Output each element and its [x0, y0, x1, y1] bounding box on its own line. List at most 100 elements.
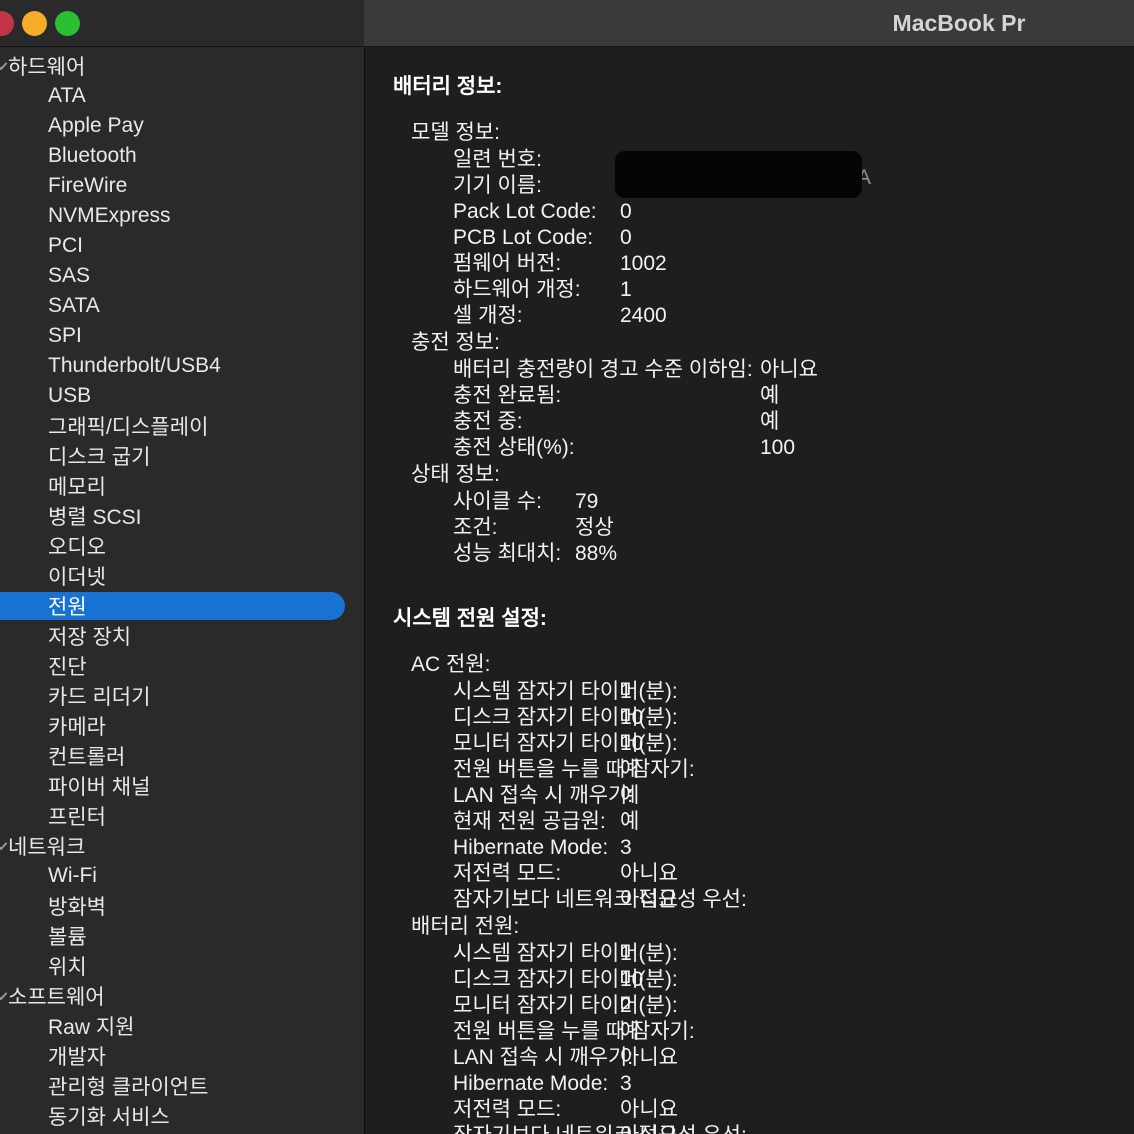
sidebar-item-9[interactable]: SPI — [0, 321, 364, 351]
sidebar-item-label: 카메라 — [48, 716, 106, 739]
sidebar-item-label: 방화벽 — [48, 896, 106, 919]
sidebar-item-label: 동기화 서비스 — [48, 1106, 170, 1129]
sidebar-item-label: 메모리 — [48, 476, 106, 499]
sidebar-item-32[interactable]: Raw 지원 — [0, 1011, 364, 1041]
status-info-rows: 사이클 수: 79 조건: 정상 성능 최대치: 88% — [365, 489, 1134, 567]
sidebar-item-35[interactable]: 동기화 서비스 — [0, 1101, 364, 1131]
sidebar-item-label: 개발자 — [48, 1046, 106, 1069]
info-row-key: 전원 버튼을 누를 때 잠자기: — [453, 758, 695, 781]
sidebar-item-label: Raw 지원 — [48, 1016, 135, 1039]
sidebar-item-19[interactable]: 저장 장치 — [0, 621, 364, 651]
sidebar-item-22[interactable]: 카메라 — [0, 711, 364, 741]
sidebar-item-1[interactable]: ATA — [0, 81, 364, 111]
info-row-key: PCB Lot Code: — [453, 226, 594, 249]
ac-power-rows: 시스템 잠자기 타이머(분): 1 디스크 잠자기 타이머(분): 10 모니터 잠자기… — [365, 679, 1134, 913]
minimize-button[interactable] — [22, 10, 47, 36]
sidebar-item-14[interactable]: 메모리 — [0, 471, 364, 501]
sidebar-item-label: 병렬 SCSI — [48, 506, 142, 529]
sidebar-item-16[interactable]: 오디오 — [0, 531, 364, 561]
info-row-value: 예 — [620, 758, 640, 781]
sidebar-item-label: FireWire — [48, 174, 128, 197]
info-row: 전원 버튼을 누를 때 잠자기: 예 — [365, 757, 1134, 783]
sidebar-item-label: 볼륨 — [48, 926, 87, 949]
info-row: Pack Lot Code: 0 — [365, 199, 1134, 225]
sidebar-item-31[interactable]: 소프트웨어 — [0, 981, 364, 1011]
sidebar-item-label: 파이버 채널 — [48, 776, 151, 799]
info-row-value: 예 — [760, 384, 780, 407]
info-row-key: 하드웨어 개정: — [453, 278, 581, 301]
model-info-rows: 일련 번호:A기기 이름:bq20z451Pack Lot Code:0PCB … — [365, 147, 1134, 329]
system-power-settings-heading: 시스템 전원 설정: — [393, 607, 547, 630]
info-row-value: 아니요 — [760, 358, 818, 381]
info-row-value: 아니요 — [620, 862, 678, 885]
sidebar-item-10[interactable]: Thunderbolt/USB4 — [0, 351, 364, 381]
info-row: 셀 개정: 2400 — [365, 303, 1134, 329]
info-row-value: 0 — [620, 200, 632, 223]
info-row-value: 79 — [575, 490, 599, 513]
info-row: 성능 최대치: 88% — [365, 541, 1134, 567]
info-row-value: 2400 — [620, 304, 667, 327]
sidebar-item-label: 소프트웨어 — [8, 986, 105, 1009]
sidebar-item-23[interactable]: 컨트롤러 — [0, 741, 364, 771]
sidebar-item-17[interactable]: 이더넷 — [0, 561, 364, 591]
maximize-button[interactable] — [55, 10, 80, 36]
sidebar-item-label: 전원 — [48, 596, 87, 619]
info-row-value: 88% — [575, 542, 618, 565]
sidebar-item-label: 카드 리더기 — [48, 686, 151, 709]
sidebar-item-21[interactable]: 카드 리더기 — [0, 681, 364, 711]
sidebar-item-27[interactable]: Wi-Fi — [0, 861, 364, 891]
sidebar-item-12[interactable]: 그래픽/디스플레이 — [0, 411, 364, 441]
sidebar-item-2[interactable]: Apple Pay — [0, 111, 364, 141]
sidebar-item-15[interactable]: 병렬 SCSI — [0, 501, 364, 531]
info-row-value: 예 — [620, 1020, 640, 1043]
sidebar-item-8[interactable]: SATA — [0, 291, 364, 321]
sidebar-item-25[interactable]: 프린터 — [0, 801, 364, 831]
info-row-value: 10 — [620, 732, 644, 755]
serial-number-redaction — [615, 151, 862, 198]
info-row-key: 충전 완료됨: — [453, 384, 562, 407]
info-row: 배터리 충전량이 경고 수준 이하임: 아니요 — [365, 357, 1134, 383]
info-row-value: 1 — [620, 942, 632, 965]
info-row-key: 사이클 수: — [453, 490, 542, 513]
sidebar-item-29[interactable]: 볼륨 — [0, 921, 364, 951]
info-row: 사이클 수: 79 — [365, 489, 1134, 515]
info-row: 잠자기보다 네트워크 접근성 우선:아니요 — [365, 887, 1134, 913]
sidebar-item-33[interactable]: 개발자 — [0, 1041, 364, 1071]
close-button[interactable] — [0, 10, 14, 36]
info-row: 저전력 모드: 아니요 — [365, 861, 1134, 887]
sidebar-item-34[interactable]: 관리형 클라이언트 — [0, 1071, 364, 1101]
sidebar-item-20[interactable]: 진단 — [0, 651, 364, 681]
sidebar-item-18[interactable]: 전원 — [0, 591, 364, 621]
info-row-value: 아니요 — [620, 888, 678, 911]
info-row-key: 성능 최대치: — [453, 542, 562, 565]
sidebar-item-11[interactable]: USB — [0, 381, 364, 411]
info-row-key: 충전 중: — [453, 410, 523, 433]
sidebar-item-5[interactable]: NVMExpress — [0, 201, 364, 231]
sidebar-item-6[interactable]: PCI — [0, 231, 364, 261]
window-controls — [0, 10, 80, 36]
info-row-key: 저전력 모드: — [453, 1098, 562, 1121]
info-row-value: 1 — [620, 680, 632, 703]
sidebar-item-label: 진단 — [48, 656, 87, 679]
info-row-key: Hibernate Mode: — [453, 836, 609, 859]
battery-power-heading: 배터리 전원: — [411, 915, 520, 938]
sidebar-item-28[interactable]: 방화벽 — [0, 891, 364, 921]
info-row-value: 예 — [760, 410, 780, 433]
sidebar-item-13[interactable]: 디스크 굽기 — [0, 441, 364, 471]
sidebar-item-3[interactable]: Bluetooth — [0, 141, 364, 171]
sidebar-item-24[interactable]: 파이버 채널 — [0, 771, 364, 801]
sidebar-item-label: SAS — [48, 264, 91, 287]
sidebar-item-4[interactable]: FireWire — [0, 171, 364, 201]
sidebar-item-7[interactable]: SAS — [0, 261, 364, 291]
info-row-key: 셀 개정: — [453, 304, 523, 327]
sidebar-item-0[interactable]: 하드웨어 — [0, 51, 364, 81]
sidebar-item-30[interactable]: 위치 — [0, 951, 364, 981]
sidebar-item-label: 네트워크 — [8, 836, 86, 859]
info-row: 충전 중: 예 — [365, 409, 1134, 435]
info-row-value: 10 — [620, 706, 644, 729]
info-row: 잠자기보다 네트워크 접근성 우선:아니요 — [365, 1123, 1134, 1134]
sidebar-item-26[interactable]: 네트워크 — [0, 831, 364, 861]
sidebar[interactable]: 하드웨어 ATA Apple Pay Bluetooth FireWire NVMExpr… — [0, 47, 365, 1134]
info-row-value: 정상 — [575, 516, 614, 539]
window-title: MacBook Pr — [892, 10, 1026, 36]
